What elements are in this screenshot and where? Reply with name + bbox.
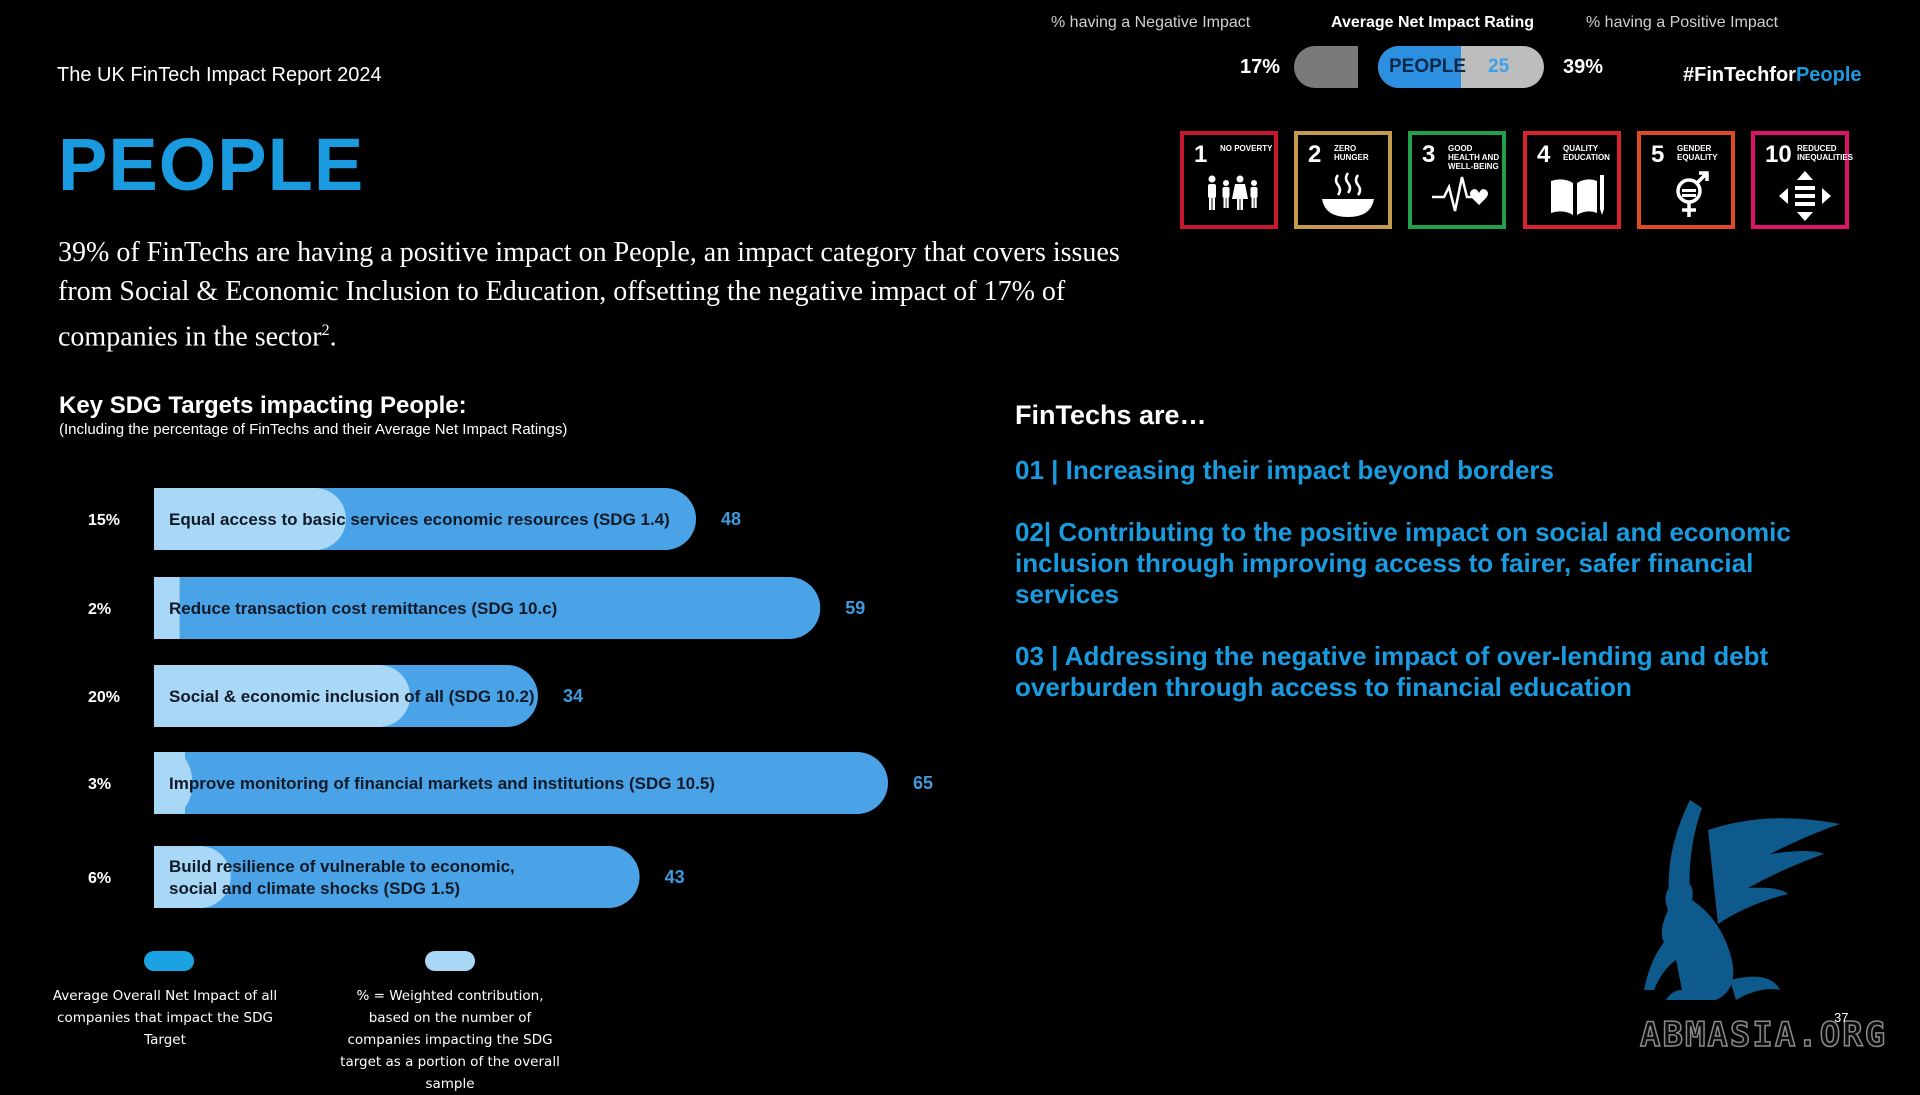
- fintechs-point-02: 02| Contributing to the positive impact …: [1015, 517, 1791, 609]
- book-icon: [1551, 175, 1604, 215]
- griffin-logo: [1644, 800, 1840, 1000]
- sdg-number: 4: [1537, 141, 1551, 168]
- bar-value-label: 48: [721, 509, 741, 529]
- bar-value-label: 59: [845, 598, 865, 618]
- average-rating-score: 25: [1488, 56, 1510, 77]
- weighted-contribution-bar-square-end: [154, 846, 185, 908]
- bar-category-label: social and climate shocks (SDG 1.5): [169, 879, 460, 898]
- sdg-tile-10: 10 Reduced Inequalities: [1751, 131, 1853, 229]
- family-icon: [1208, 175, 1258, 210]
- bar-value-label: 43: [665, 867, 685, 887]
- bowl-icon: [1322, 172, 1374, 217]
- sdg-name: No Poverty: [1220, 144, 1273, 153]
- sdg-name: Quality Education: [1563, 144, 1610, 162]
- category-tag: PEOPLE: [1389, 56, 1467, 77]
- hashtag-accent: People: [1795, 64, 1862, 86]
- sdg-tile-1: 1 No Poverty: [1180, 131, 1278, 229]
- negative-impact-label: % having a Negative Impact: [1051, 14, 1251, 31]
- sdg-target-bar-chart: Equal access to basic services economic …: [88, 488, 933, 908]
- sdg-name: Zero Hunger: [1334, 144, 1369, 162]
- legend-weighted-contribution: % = Weighted contribution, based on the …: [340, 988, 560, 1092]
- bar-value-label: 34: [563, 686, 583, 706]
- hashtag-prefix: #FinTechfor: [1683, 64, 1796, 86]
- bar-category-label: Improve monitoring of financial markets …: [169, 774, 715, 793]
- bar-category-label: Equal access to basic services economic …: [169, 510, 670, 529]
- bar-percent-label: 2%: [88, 601, 111, 618]
- fintechs-title: FinTechs are…: [1015, 400, 1207, 430]
- bar-percent-label: 6%: [88, 870, 111, 887]
- average-rating-label: Average Net Impact Rating: [1331, 14, 1535, 31]
- legend-net-impact: Average Overall Net Impact of all compan…: [52, 988, 278, 1048]
- sdg-number: 5: [1651, 141, 1665, 168]
- bar-percent-label: 15%: [88, 512, 120, 529]
- page-number: 37: [1834, 1010, 1849, 1025]
- bar-value-label: 65: [913, 773, 933, 793]
- legend-swatch-weighted-contribution: [425, 951, 475, 971]
- negative-impact-pill: [1294, 46, 1358, 88]
- bar-category-label: Social & economic inclusion of all (SDG …: [169, 687, 535, 706]
- sdg-name: Gender Equality: [1677, 144, 1718, 162]
- sdg-number: 1: [1194, 141, 1208, 168]
- sdg-number: 3: [1422, 141, 1436, 168]
- positive-impact-value: 39%: [1563, 56, 1604, 78]
- sdg-number: 10: [1765, 141, 1792, 168]
- sdg-name: Good Health and Well-Being: [1448, 144, 1500, 171]
- sdg-tile-3: 3 Good Health and Well-Being: [1408, 131, 1506, 229]
- bar-category-label: Build resilience of vulnerable to econom…: [169, 857, 515, 876]
- average-rating-pill: PEOPLE 25: [1378, 46, 1544, 88]
- negative-impact-value: 17%: [1240, 56, 1281, 78]
- legend-swatch-net-impact: [144, 951, 194, 971]
- bar-percent-label: 20%: [88, 689, 120, 706]
- heartbeat-icon: [1432, 176, 1488, 212]
- bar-percent-label: 3%: [88, 776, 111, 793]
- gender-icon: [1676, 171, 1709, 217]
- fintechs-point-03: 03 | Addressing the negative impact of o…: [1015, 641, 1769, 702]
- watermark: ABMASIA.ORG: [1639, 1014, 1888, 1056]
- hashtag[interactable]: #FinTechforPeople: [1683, 64, 1862, 87]
- sdg-number: 2: [1308, 141, 1322, 168]
- fintechs-point-01: 01 | Increasing their impact beyond bord…: [1015, 455, 1554, 485]
- sdg-tile-5: 5 Gender Equality: [1637, 131, 1735, 229]
- positive-impact-label: % having a Positive Impact: [1586, 14, 1779, 31]
- sdg-tile-4: 4 Quality Education: [1523, 131, 1621, 229]
- sdg-name: Reduced Inequalities: [1797, 144, 1854, 162]
- sdg-tile-2: 2 Zero Hunger: [1294, 131, 1392, 229]
- bar-category-label: Reduce transaction cost remittances (SDG…: [169, 599, 557, 618]
- arrows-icon: [1779, 171, 1831, 221]
